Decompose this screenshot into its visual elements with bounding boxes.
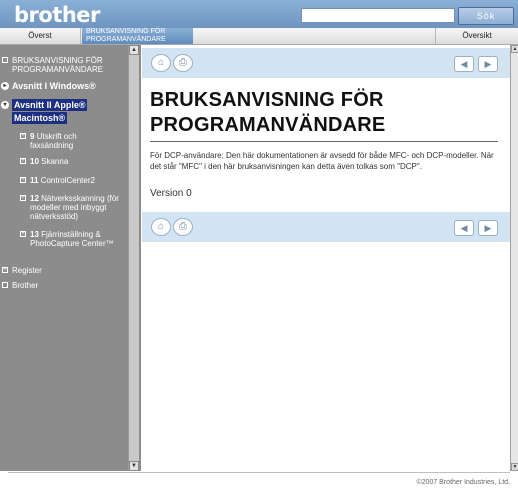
home-icon[interactable]: ⌂ [151, 54, 171, 72]
navigation-bar: Överst BRUKSANVISNING FÖR PROGRAMANVÄNDA… [0, 28, 518, 45]
copyright-text: ©2007 Brother Industries, Ltd. [416, 479, 511, 486]
toc-item-ch10[interactable]: + 10 Skanna [20, 157, 118, 166]
version-text: Version 0 [150, 188, 192, 199]
toc-item-ch9[interactable]: + 9 Utskrift och faxsändning [20, 132, 118, 150]
chapter-number: 12 [30, 194, 39, 203]
next-arrow-icon[interactable]: ▶ [478, 56, 498, 72]
scroll-up-icon[interactable]: ▲ [511, 45, 518, 53]
toc-item-label: Utskrift och faxsändning [30, 132, 77, 150]
toc-item-windows[interactable]: ▸ Avsnitt I Windows® [1, 81, 124, 92]
plus-icon: + [20, 231, 26, 237]
main-content: ⌂ ⎙ ◀ ▶ BRUKSANVISNING FÖR PROGRAMANVÄND… [142, 45, 510, 471]
title-divider [150, 141, 498, 142]
description-text: För DCP-användare; Den här dokumentation… [150, 151, 494, 171]
nav-overview-link[interactable]: Översikt [435, 28, 518, 44]
toolbar-top: ⌂ ⎙ ◀ ▶ [142, 48, 510, 78]
chapter-number: 11 [30, 176, 39, 185]
page-icon [2, 282, 8, 288]
toc-item-label: Nätverksskanning (för modeller med inbyg… [30, 194, 119, 221]
toc-item-label: Register [12, 266, 42, 275]
prev-arrow-icon[interactable]: ◀ [454, 220, 474, 236]
toc-item-label: Fjärrinställning & PhotoCapture Center™ [30, 230, 114, 248]
toc-item-ch12[interactable]: + 12 Nätverksskanning (för modeller med … [20, 194, 126, 221]
plus-icon: + [20, 195, 26, 201]
toc-item-manual[interactable]: BRUKSANVISNING FÖR PROGRAMANVÄNDARE [2, 56, 124, 74]
nav-current-line1: BRUKSANVISNING FÖR [86, 28, 166, 35]
page-icon [2, 57, 8, 63]
toc-item-label: Skanna [41, 157, 69, 166]
nav-current-tab[interactable]: BRUKSANVISNING FÖR PROGRAMANVÄNDARE [82, 28, 193, 44]
toc-item-label: Brother [12, 281, 39, 290]
brother-logo: brother [14, 3, 100, 27]
scroll-down-icon[interactable]: ▼ [129, 461, 139, 471]
chapter-number: 10 [30, 157, 39, 166]
search-button[interactable]: Sök [458, 7, 514, 25]
home-icon[interactable]: ⌂ [151, 218, 171, 236]
next-arrow-icon[interactable]: ▶ [478, 220, 498, 236]
collapse-arrow-icon: ▾ [1, 101, 9, 109]
prev-arrow-icon[interactable]: ◀ [454, 56, 474, 72]
scroll-up-icon[interactable]: ▲ [129, 45, 139, 55]
toc-item-label: Avsnitt I Windows® [12, 81, 96, 91]
main-scrollbar[interactable]: ▲ ▼ [510, 45, 518, 471]
sidebar-scrollbar[interactable]: ▲ ▼ [128, 45, 139, 471]
toc-item-label: ControlCenter2 [40, 176, 95, 185]
chapter-number: 13 [30, 230, 39, 239]
plus-icon: + [20, 177, 26, 183]
plus-icon: + [2, 267, 8, 273]
top-bar: brother Sök [0, 0, 518, 28]
toolbar-bottom: ⌂ ⎙ ◀ ▶ [142, 212, 510, 242]
nav-current-line2: PROGRAMANVÄNDARE [86, 36, 166, 43]
toc-item-label-line2: Macintosh® [12, 112, 68, 124]
toc-item-label-line1: Avsnitt II Apple® [12, 99, 88, 111]
print-icon[interactable]: ⎙ [173, 54, 193, 72]
search-input[interactable] [301, 8, 455, 23]
toc-item-macintosh[interactable]: ▾ Avsnitt II Apple® Macintosh® [1, 99, 124, 124]
nav-top-link[interactable]: Överst [0, 28, 81, 44]
footer-divider [8, 472, 510, 473]
chapter-number: 9 [30, 132, 35, 141]
toc-item-ch13[interactable]: + 13 Fjärrinställning & PhotoCapture Cen… [20, 230, 122, 248]
scroll-down-icon[interactable]: ▼ [511, 463, 518, 471]
print-icon[interactable]: ⎙ [173, 218, 193, 236]
expand-arrow-icon: ▸ [1, 82, 9, 90]
sidebar: BRUKSANVISNING FÖR PROGRAMANVÄNDARE ▸ Av… [0, 45, 141, 471]
plus-icon: + [20, 133, 26, 139]
toc-item-register[interactable]: + Register [2, 266, 124, 275]
toc-item-label: BRUKSANVISNING FÖR PROGRAMANVÄNDARE [12, 56, 104, 74]
plus-icon: + [20, 158, 26, 164]
toc-item-ch11[interactable]: + 11 ControlCenter2 [20, 176, 118, 185]
toc-item-brother[interactable]: Brother [2, 281, 124, 290]
page-title: BRUKSANVISNING FÖR PROGRAMANVÄNDARE [150, 89, 386, 136]
